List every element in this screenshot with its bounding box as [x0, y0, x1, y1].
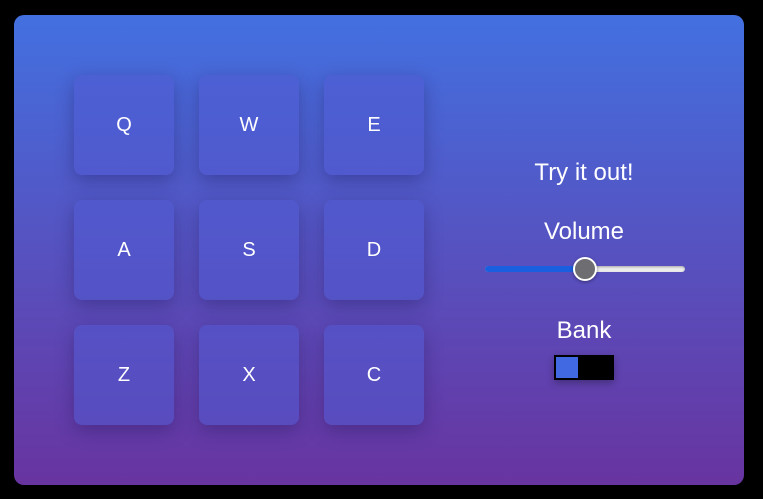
drum-pad-key-label: E: [367, 113, 381, 136]
volume-slider-fill: [485, 266, 585, 272]
drum-pad-q[interactable]: Q: [74, 75, 174, 175]
drum-pad-c[interactable]: C: [324, 325, 424, 425]
drum-pad-a[interactable]: A: [74, 200, 174, 300]
drum-pad-key-label: Z: [117, 363, 131, 386]
drum-pad-w[interactable]: W: [199, 75, 299, 175]
volume-slider-thumb[interactable]: [573, 257, 597, 281]
drum-pad-z[interactable]: Z: [74, 325, 174, 425]
drum-pad-s[interactable]: S: [199, 200, 299, 300]
drum-pad-x[interactable]: X: [199, 325, 299, 425]
bank-toggle-knob: [556, 357, 578, 378]
drum-pad-key-label: S: [242, 238, 256, 261]
controls-panel: Try it out! Volume Bank: [479, 15, 689, 485]
drum-machine: Q W E A S D Z X C Try it out! Volume Ban…: [14, 15, 744, 485]
drum-pad-key-label: A: [117, 238, 131, 261]
drum-pad-key-label: C: [366, 363, 382, 386]
drum-pad-key-label: D: [366, 238, 382, 261]
drum-pad-e[interactable]: E: [324, 75, 424, 175]
drum-pad-key-label: W: [239, 113, 259, 136]
display-text: Try it out!: [534, 159, 634, 186]
volume-label: Volume: [543, 218, 625, 245]
drum-pad-key-label: X: [242, 363, 256, 386]
bank-toggle[interactable]: [554, 355, 614, 380]
drum-pad-key-label: Q: [116, 113, 132, 136]
drum-pad-d[interactable]: D: [324, 200, 424, 300]
bank-label: Bank: [556, 317, 612, 344]
volume-slider[interactable]: [485, 257, 685, 281]
